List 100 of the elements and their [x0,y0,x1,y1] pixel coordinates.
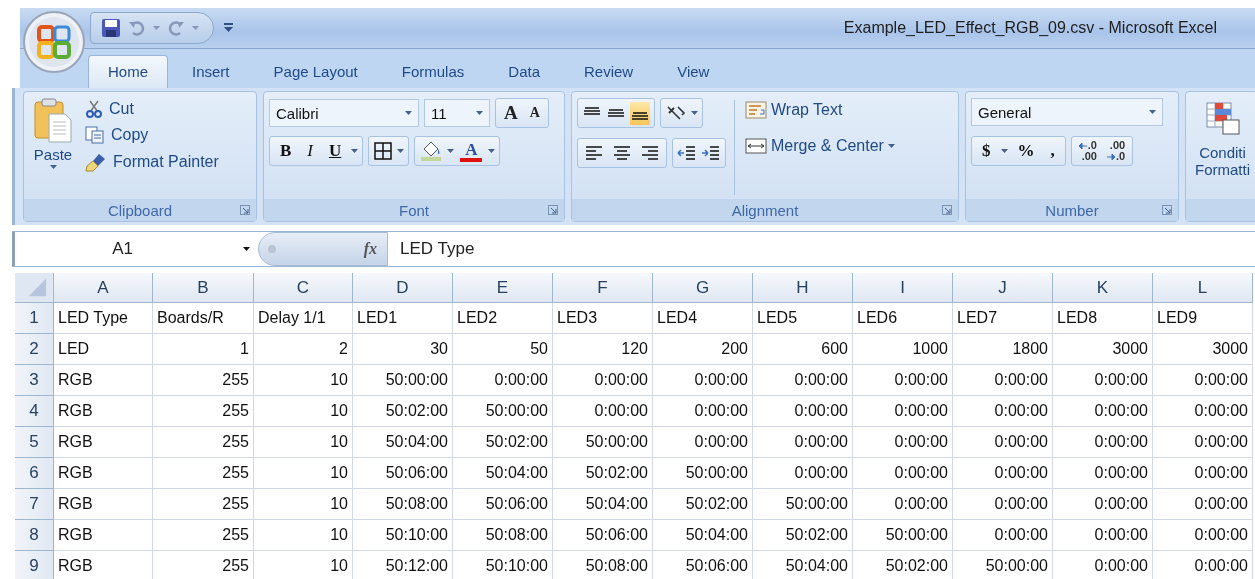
borders-icon[interactable] [373,141,394,161]
font-name-dropdown[interactable]: Calibri [269,99,419,127]
table-cell: LED1 [353,303,453,334]
column-header[interactable]: J [953,273,1053,303]
merge-center-button[interactable]: Merge & Center [743,134,897,158]
table-cell: 50:08:00 [453,520,553,551]
underline-button[interactable]: U [323,141,348,161]
ribbon-tab[interactable]: Page Layout [253,55,378,88]
table-cell: 10 [254,427,353,458]
row-header[interactable]: 5 [15,427,54,458]
group-label: Number [1045,201,1099,219]
ribbon-tab[interactable]: Insert [172,55,250,88]
resize-handle-icon[interactable] [267,244,277,254]
table-cell: 0:00:00 [1053,489,1153,520]
row-header[interactable]: 2 [15,334,54,365]
table-cell: 0:00:00 [1153,365,1253,396]
caret-icon [351,149,359,153]
table-cell: 50:06:00 [453,489,553,520]
clipboard-format-painter-button[interactable]: Format Painter [83,150,221,174]
ribbon-tab[interactable]: Formulas [381,55,485,88]
grow-font-button[interactable]: A [500,102,522,124]
column-header[interactable]: K [1053,273,1153,303]
table-cell: 0:00:00 [653,427,753,458]
conditional-formatting-button[interactable]: Conditi Formatti [1191,98,1254,197]
column-header[interactable]: B [153,273,254,303]
decrease-indent-icon[interactable] [677,143,697,163]
currency-button[interactable]: $ [976,141,997,161]
table-cell: 50:02:00 [753,520,853,551]
table-cell: 50:04:00 [653,520,753,551]
column-header[interactable]: H [753,273,853,303]
table-cell: 50:04:00 [753,551,853,579]
caret-icon [447,149,455,153]
row-header[interactable]: 6 [15,458,54,489]
group-label: Font [399,201,429,219]
table-cell: 0:00:00 [453,365,553,396]
customize-toolbar-icon[interactable] [224,23,233,33]
dialog-launcher-icon[interactable] [548,205,558,215]
shrink-font-button[interactable]: A [525,105,544,121]
ribbon-tab[interactable]: Home [88,55,168,88]
table-cell: 0:00:00 [853,396,953,427]
column-header[interactable]: D [353,273,453,303]
column-header[interactable]: L [1153,273,1253,303]
ribbon-tab[interactable]: Data [488,55,560,88]
row-header[interactable]: 3 [15,365,54,396]
column-header[interactable]: C [254,273,353,303]
group-label: Clipboard [107,201,173,219]
bold-button[interactable]: B [274,141,298,161]
table-cell: 0:00:00 [953,458,1053,489]
row-header[interactable]: 4 [15,396,54,427]
number-format-dropdown[interactable]: General [971,98,1163,126]
table-cell: 0:00:00 [953,489,1053,520]
table-cell: 50:00:00 [353,365,453,396]
percent-button[interactable]: % [1011,141,1041,161]
row-header[interactable]: 9 [15,551,54,579]
table-cell: 50:06:00 [553,520,653,551]
row-header[interactable]: 1 [15,303,54,334]
font-color-button[interactable]: A [458,140,485,162]
table-cell: 0:00:00 [553,365,653,396]
column-header[interactable]: E [453,273,553,303]
table-cell: 50:04:00 [553,489,653,520]
comma-style-button[interactable]: , [1044,141,1061,161]
increase-indent-icon[interactable] [701,143,721,163]
ribbon-tab[interactable]: Review [564,55,654,88]
caret-icon [887,144,895,148]
column-header[interactable]: I [853,273,953,303]
font-size-dropdown[interactable]: 11 [424,99,490,127]
table-cell: 0:00:00 [1153,396,1253,427]
clipboard-copy-button[interactable]: Copy [83,124,221,146]
table-cell: 10 [254,551,353,579]
paintbrush-icon [85,152,107,172]
table-cell: LED Type [54,303,153,334]
row-header[interactable]: 8 [15,520,54,551]
column-header[interactable]: A [54,273,153,303]
insert-function-button[interactable]: fx [363,240,377,258]
caret-icon [153,26,160,30]
caret-icon [405,111,412,115]
ribbon-tab[interactable]: View [657,55,730,88]
table-cell: 1800 [953,334,1053,365]
dialog-launcher-icon[interactable] [240,205,250,215]
table-cell: 0:00:00 [1053,396,1153,427]
table-cell: 0:00:00 [1153,458,1253,489]
bottom-align-button[interactable] [630,101,650,125]
dialog-launcher-icon[interactable] [942,205,952,215]
column-header[interactable]: G [653,273,753,303]
decrease-decimal-button[interactable]: .00 .0 [1103,140,1129,162]
increase-decimal-button[interactable]: .0 .00 [1075,140,1100,162]
table-cell: 0:00:00 [953,427,1053,458]
caret-icon [476,111,483,115]
table-cell: LED3 [553,303,653,334]
column-header[interactable]: F [553,273,653,303]
italic-button[interactable]: I [301,141,319,161]
clipboard-cut-button[interactable]: Cut [83,98,221,120]
paste-button[interactable]: Paste [29,98,77,197]
dialog-launcher-icon[interactable] [1162,205,1172,215]
table-cell: 50:10:00 [453,551,553,579]
table-cell: 50:12:00 [353,551,453,579]
fill-color-icon[interactable] [419,140,444,162]
row-header[interactable]: 7 [15,489,54,520]
wrap-text-button[interactable]: Wrap Text [743,98,897,122]
save-icon[interactable] [101,18,121,38]
